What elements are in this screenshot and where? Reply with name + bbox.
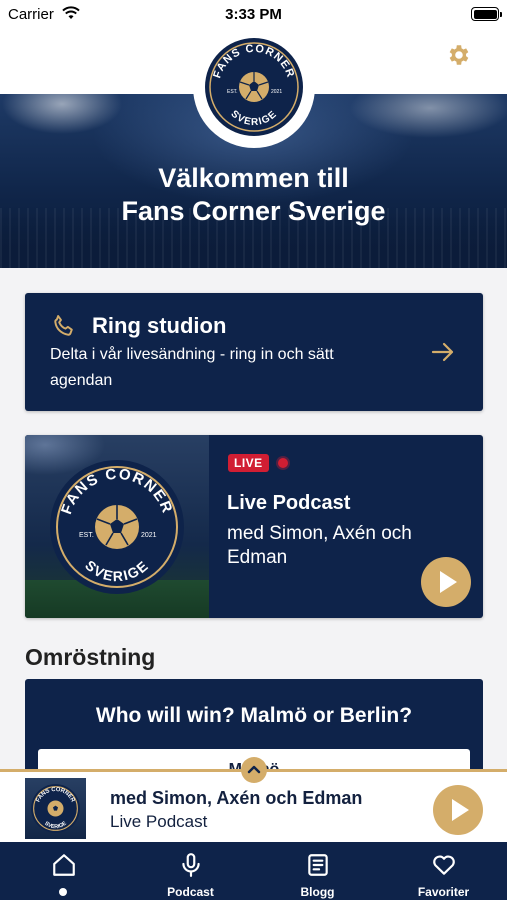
- home-icon: [53, 854, 75, 876]
- ring-studio-title: Ring studion: [92, 313, 227, 338]
- expand-player-button[interactable]: [241, 757, 267, 783]
- mini-player-title: med Simon, Axén och Edman: [110, 788, 363, 808]
- live-podcast-subtitle: med Simon, Axén och Edman: [227, 523, 412, 568]
- live-indicator-dot: [278, 458, 288, 468]
- tab-blogg-label: Blogg: [300, 885, 335, 899]
- football-icon: [47, 800, 64, 817]
- tab-favoriter-label: Favoriter: [417, 885, 470, 899]
- podcast-logo: FANS CORNER SVERIGE EST. 2021: [50, 460, 184, 594]
- tab-blogg[interactable]: Blogg: [254, 842, 381, 900]
- tab-favoriter[interactable]: Favoriter: [380, 842, 507, 900]
- play-icon: [440, 571, 457, 593]
- arrow-right-icon[interactable]: [431, 341, 455, 368]
- active-tab-indicator: [59, 888, 67, 896]
- tab-home[interactable]: [0, 842, 127, 900]
- podcast-artwork: FANS CORNER SVERIGE EST. 2021: [25, 435, 209, 618]
- hero-title: Välkommen till Fans Corner Sverige: [0, 162, 507, 228]
- poll-section-title: Omröstning: [25, 644, 156, 670]
- heart-icon: [433, 855, 455, 875]
- status-bar: Carrier 3:33 PM: [0, 0, 507, 30]
- live-badge: LIVE: [228, 454, 269, 472]
- microphone-icon: [182, 853, 200, 877]
- tab-bar: Podcast Blogg Favoriter: [0, 842, 507, 900]
- chevron-up-icon: [247, 765, 261, 774]
- tab-podcast[interactable]: Podcast: [127, 842, 254, 900]
- status-time: 3:33 PM: [225, 6, 282, 23]
- football-icon: [239, 72, 269, 102]
- gear-icon[interactable]: [445, 42, 471, 68]
- podcast-logo-year: 2021: [141, 532, 157, 539]
- mini-play-button[interactable]: [433, 785, 483, 835]
- tab-podcast-label: Podcast: [167, 885, 214, 899]
- ring-studio-subtitle: Delta i vår livesändning - ring in och s…: [50, 346, 334, 389]
- poll-question: Who will win? Malmö or Berlin?: [95, 704, 413, 727]
- mini-player-subtitle: Live Podcast: [110, 812, 208, 831]
- live-podcast-title: Live Podcast: [227, 492, 351, 514]
- logo-year: 2021: [271, 89, 282, 95]
- document-icon: [308, 854, 328, 876]
- ring-studio-card[interactable]: Ring studion Delta i vår livesändning - …: [25, 293, 483, 411]
- play-button[interactable]: [421, 557, 471, 607]
- football-icon: [95, 505, 139, 549]
- play-icon: [452, 799, 469, 821]
- live-podcast-card[interactable]: FANS CORNER SVERIGE EST. 2021 LIVE Live …: [25, 435, 483, 618]
- hero-title-line2: Fans Corner Sverige: [121, 196, 386, 226]
- hero-title-line1: Välkommen till: [158, 163, 349, 193]
- mini-player-artwork: FANS CORNER SVERIGE: [25, 778, 86, 839]
- battery-icon: [471, 7, 502, 21]
- phone-icon: [51, 313, 77, 344]
- logo-est: EST.: [227, 89, 238, 95]
- app-logo: FANS CORNER SVERIGE EST. 2021: [193, 26, 315, 148]
- podcast-logo-est: EST.: [79, 532, 94, 539]
